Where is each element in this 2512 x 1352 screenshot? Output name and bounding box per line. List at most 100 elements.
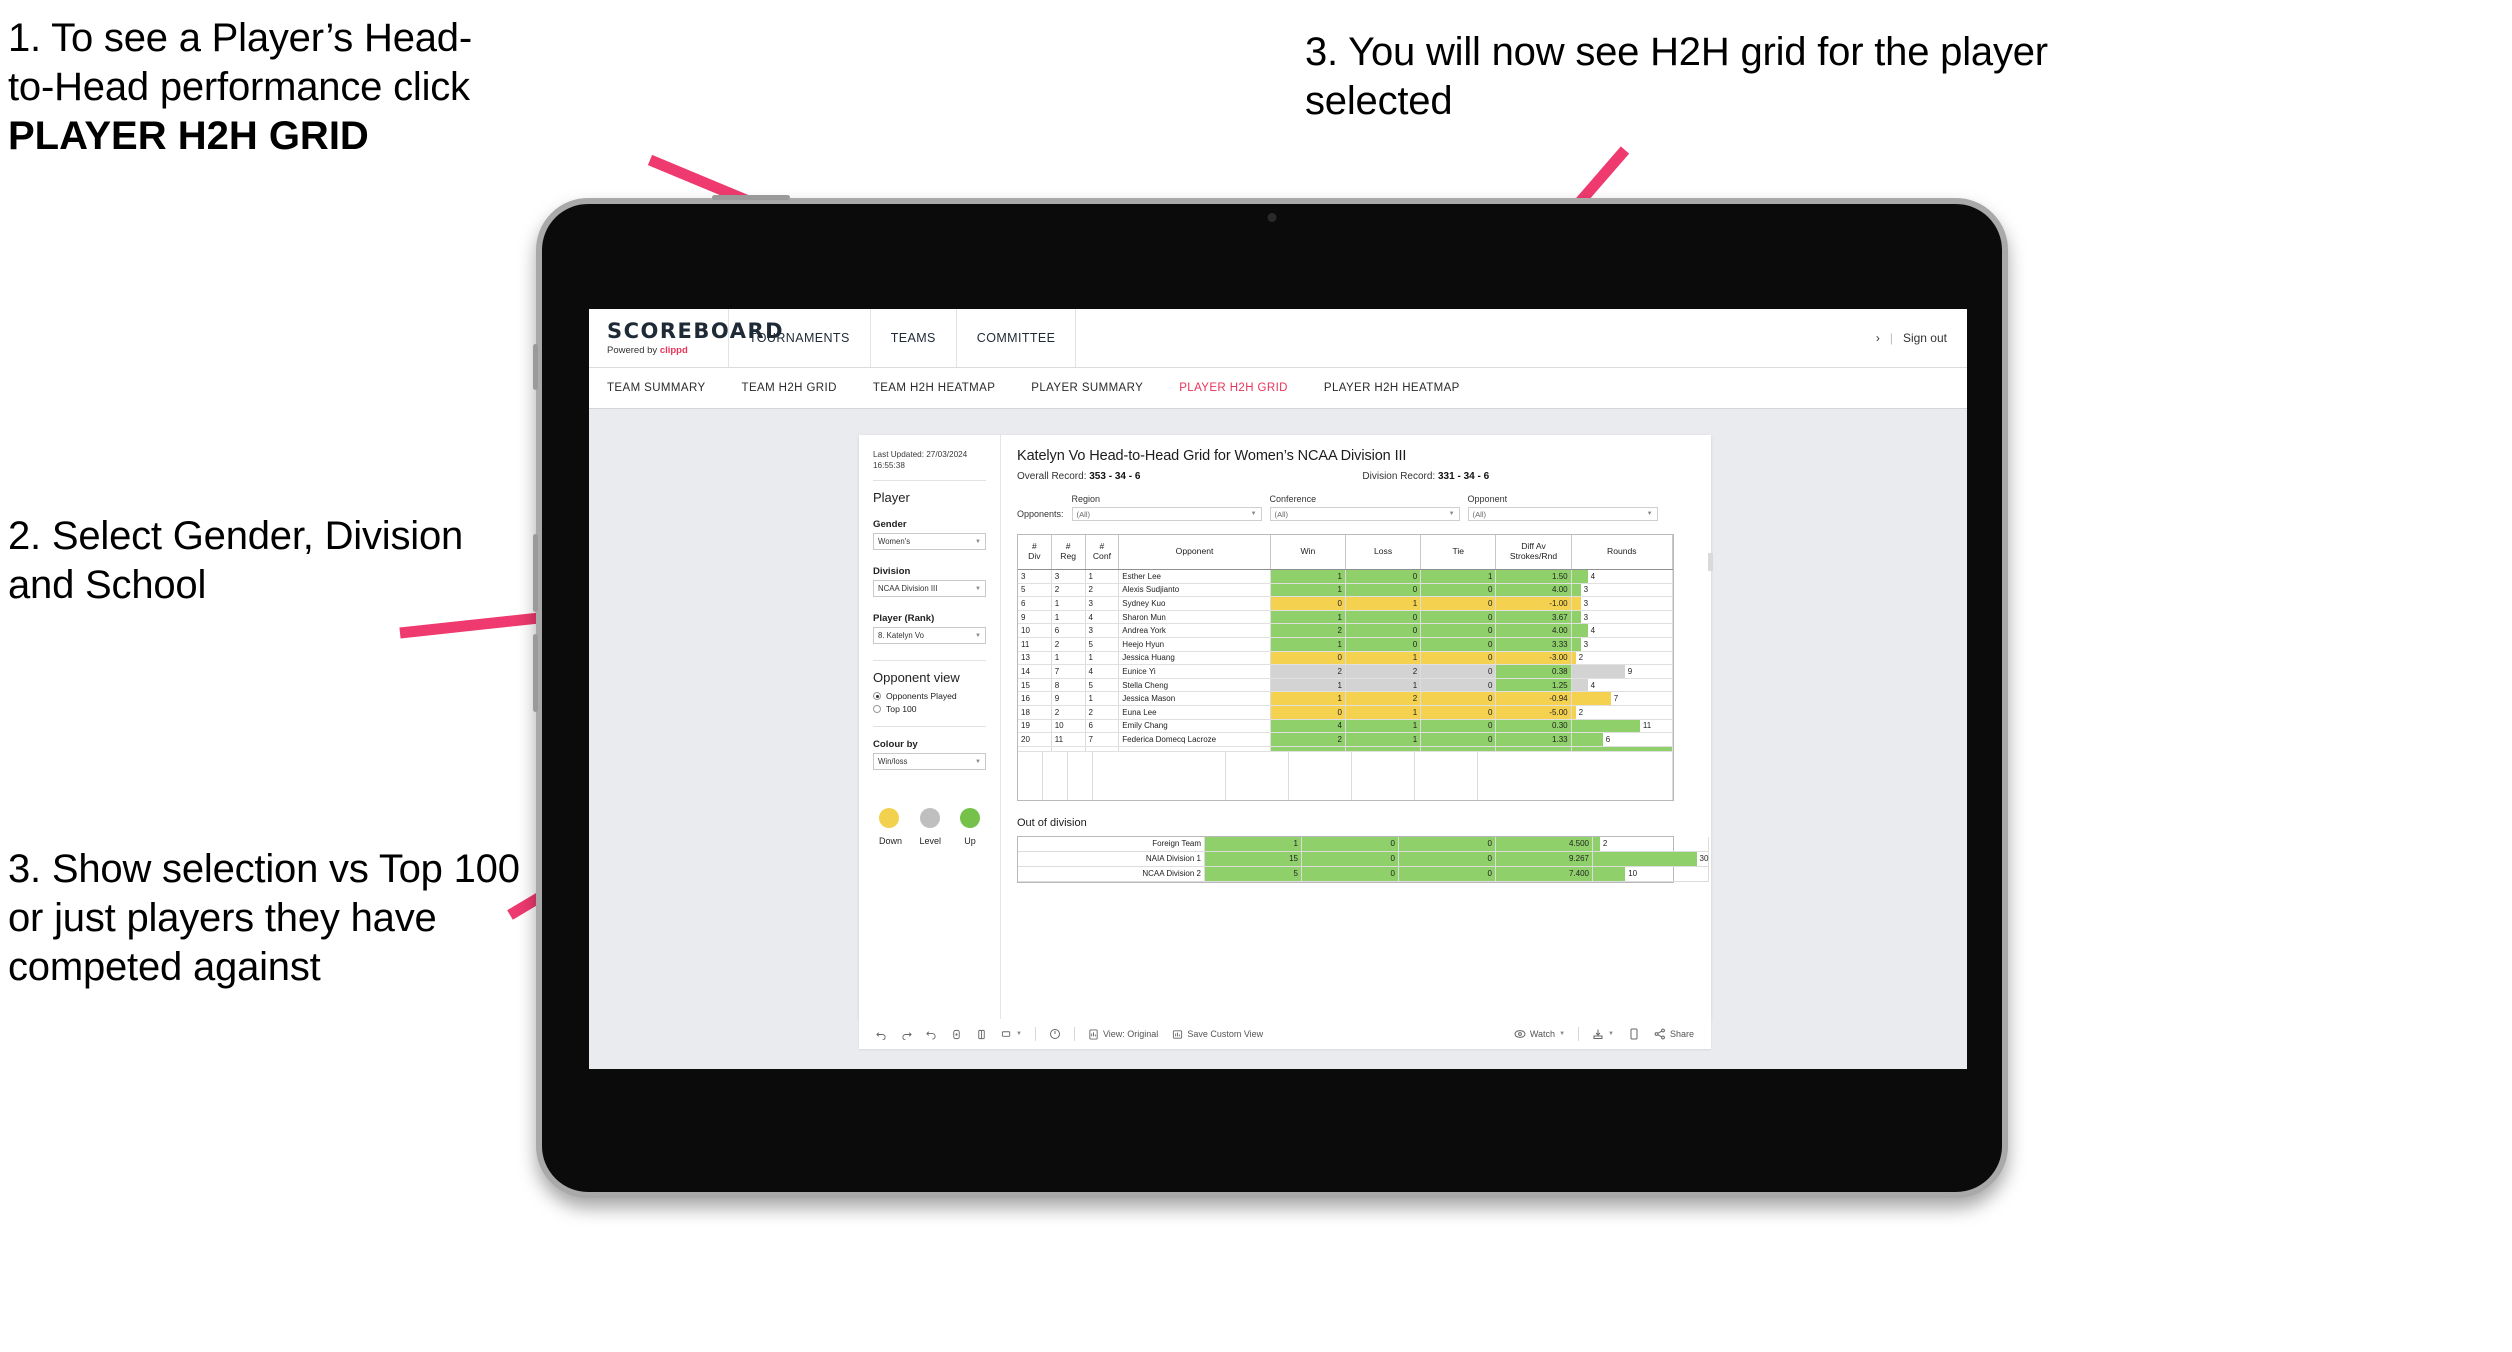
- radio-opponents-played[interactable]: Opponents Played: [873, 691, 986, 701]
- column-header-rounds[interactable]: Rounds: [1571, 535, 1674, 570]
- cell-div: 14: [1018, 664, 1052, 679]
- cell-reg: 2: [1051, 637, 1086, 652]
- cell-rounds: 7: [1571, 691, 1674, 706]
- colour-by-value: Win/loss: [878, 757, 908, 767]
- table-row[interactable]: 9 1 4 Sharon Mun 1 0 0 3.67 3: [1018, 610, 1674, 625]
- cell-div: 9: [1018, 610, 1052, 625]
- tab-player-h2h-heatmap[interactable]: PLAYER H2H HEATMAP: [1324, 382, 1482, 394]
- pause-refresh-icon-button[interactable]: [1042, 1028, 1068, 1040]
- tab-team-summary[interactable]: TEAM SUMMARY: [607, 382, 728, 394]
- last-updated-line1: Last Updated: 27/03/2024: [873, 450, 968, 459]
- download-button[interactable]: ▼: [1585, 1028, 1621, 1040]
- visualization-container: Last Updated: 27/03/2024 16:55:38 Player…: [859, 435, 1713, 1019]
- watch-label: Watch: [1529, 1029, 1556, 1039]
- cell-loss: 0: [1345, 637, 1422, 652]
- gender-select[interactable]: Women's ▼: [873, 533, 986, 551]
- cell-win: 4: [1270, 719, 1346, 734]
- column-header-win[interactable]: Win: [1270, 535, 1346, 570]
- pause-button[interactable]: [969, 1029, 994, 1040]
- opponent-view-title: Opponent view: [873, 670, 960, 686]
- colour-by-select[interactable]: Win/loss ▼: [873, 753, 986, 771]
- gender-value: Women's: [878, 537, 911, 547]
- column-header-conf[interactable]: # Conf: [1085, 535, 1120, 570]
- undo-button[interactable]: [869, 1029, 894, 1040]
- table-row[interactable]: 18 2 2 Euna Lee 0 1 0 -5.00 2: [1018, 705, 1674, 720]
- division-select[interactable]: NCAA Division III ▼: [873, 580, 986, 598]
- side-button-top[interactable]: [533, 344, 538, 390]
- cell-div: 20: [1018, 732, 1052, 747]
- revert-button[interactable]: [919, 1029, 944, 1040]
- annotation-1-bold: PLAYER H2H GRID: [8, 113, 369, 158]
- device-layout-button[interactable]: [1621, 1028, 1647, 1040]
- column-header-reg[interactable]: # Reg: [1051, 535, 1086, 570]
- sign-out-link[interactable]: Sign out: [1903, 331, 1947, 345]
- vertical-scrollbar[interactable]: [1708, 553, 1713, 571]
- table-row[interactable]: 10 6 3 Andrea York 2 0 0 4.00 4: [1018, 623, 1674, 638]
- redo-button[interactable]: [894, 1029, 919, 1040]
- column-header-tie[interactable]: Tie: [1420, 535, 1497, 570]
- user-caret-icon[interactable]: ›: [1876, 331, 1880, 345]
- volume-up-button[interactable]: [533, 534, 538, 612]
- cell-loss: 1: [1345, 596, 1422, 611]
- table-row[interactable]: 6 1 3 Sydney Kuo 0 1 0 -1.00 3: [1018, 596, 1674, 611]
- table-row[interactable]: 15 8 5 Stella Cheng 1 1 0 1.25 4: [1018, 678, 1674, 693]
- column-header-loss[interactable]: Loss: [1345, 535, 1422, 570]
- column-header-div[interactable]: # Div: [1018, 535, 1052, 570]
- radio-top-100[interactable]: Top 100: [873, 704, 986, 714]
- table-row[interactable]: 19 10 6 Emily Chang 4 1 0 0.30 11: [1018, 719, 1674, 734]
- table-row[interactable]: 20 11 7 Federica Domecq Lacroze 2 1 0 1.33 6: [1018, 732, 1674, 747]
- cell-div: 6: [1018, 596, 1052, 611]
- tab-player-summary[interactable]: PLAYER SUMMARY: [1031, 382, 1165, 394]
- watch-button[interactable]: Watch ▼: [1507, 1028, 1572, 1040]
- tail-seg: [1352, 751, 1415, 800]
- ood-row[interactable]: NAIA Division 1 15 0 0 9.267 30: [1018, 851, 1709, 867]
- table-row[interactable]: 16 9 1 Jessica Mason 1 2 0 -0.94 7: [1018, 691, 1674, 706]
- layout-dropdown-button[interactable]: ▼: [994, 1029, 1029, 1040]
- opponent-select[interactable]: (All) ▼: [1467, 507, 1658, 521]
- table-row[interactable]: 3 3 1 Esther Lee 1 0 1 1.50 4: [1018, 569, 1674, 584]
- column-header-diff-av-strokes-rnd[interactable]: Diff Av Strokes/Rnd: [1495, 535, 1572, 570]
- h2h-grid-table[interactable]: # Div # Reg # Conf Opponent Win Loss Tie Diff Av St…: [1017, 534, 1674, 752]
- app-logo[interactable]: SCOREBOARD Powered by clippd: [589, 309, 783, 367]
- region-label: Region: [1071, 494, 1101, 504]
- table-row[interactable]: 5 2 2 Alexis Sudjianto 1 0 0 4.00 3: [1018, 583, 1674, 598]
- divider: [873, 726, 986, 728]
- table-row[interactable]: 13 1 1 Jessica Huang 0 1 0 -3.00 2: [1018, 651, 1674, 666]
- volume-down-button[interactable]: [533, 634, 538, 712]
- table-row[interactable]: 14 7 4 Eunice Yi 2 2 0 0.38 9: [1018, 664, 1674, 679]
- power-button[interactable]: [712, 195, 790, 200]
- annotation-2: 2. Select Gender, Division and School: [8, 514, 464, 607]
- chevron-down-icon: ▼: [1559, 1031, 1566, 1037]
- cell-loss: 1: [1345, 678, 1422, 693]
- nav-item-tournaments[interactable]: TOURNAMENTS: [729, 309, 871, 367]
- view-original-button[interactable]: View: Original: [1081, 1028, 1165, 1040]
- ood-cell-win: 1: [1204, 836, 1302, 852]
- logo-tagline-prefix: Powered by: [607, 344, 660, 356]
- save-custom-view-button[interactable]: Save Custom View: [1165, 1029, 1270, 1040]
- cell-opponent: Esther Lee: [1118, 569, 1271, 584]
- player-rank-select[interactable]: 8. Katelyn Vo ▼: [873, 627, 986, 645]
- colour-by-label: Colour by: [873, 739, 918, 751]
- tab-player-h2h-grid[interactable]: PLAYER H2H GRID: [1179, 382, 1310, 394]
- refresh-button[interactable]: [944, 1029, 969, 1040]
- cell-rounds: 2: [1571, 651, 1674, 666]
- tab-team-h2h-grid[interactable]: TEAM H2H GRID: [742, 382, 859, 394]
- share-button[interactable]: Share: [1647, 1028, 1701, 1040]
- ood-table: Foreign Team 1 0 0 4.500 2 NAIA Division 1 15 0 0…: [1018, 836, 1709, 882]
- tab-team-h2h-heatmap[interactable]: TEAM H2H HEATMAP: [873, 382, 1017, 394]
- ood-row[interactable]: NCAA Division 2 5 0 0 7.400 10: [1018, 866, 1709, 882]
- column-header-opponent[interactable]: Opponent: [1118, 535, 1271, 570]
- cell-diff-av-strokes-rnd: -0.94: [1495, 691, 1572, 706]
- nav-item-committee[interactable]: COMMITTEE: [957, 309, 1077, 367]
- cell-div: 19: [1018, 719, 1052, 734]
- conference-select[interactable]: (All) ▼: [1269, 507, 1460, 521]
- nav-item-teams[interactable]: TEAMS: [871, 309, 957, 367]
- ood-table-body: Foreign Team 1 0 0 4.500 2 NAIA Division 1 15 0 0…: [1018, 836, 1709, 882]
- logo-tagline: Powered by clippd: [607, 345, 728, 356]
- cell-win: 0: [1270, 596, 1346, 611]
- table-row[interactable]: 11 2 5 Heejo Hyun 1 0 0 3.33 3: [1018, 637, 1674, 652]
- region-select[interactable]: (All) ▼: [1071, 507, 1262, 521]
- cell-div: 18: [1018, 705, 1052, 720]
- ood-row[interactable]: Foreign Team 1 0 0 4.500 2: [1018, 836, 1709, 852]
- out-of-division-table[interactable]: Foreign Team 1 0 0 4.500 2 NAIA Division 1 15 0 0…: [1017, 835, 1709, 883]
